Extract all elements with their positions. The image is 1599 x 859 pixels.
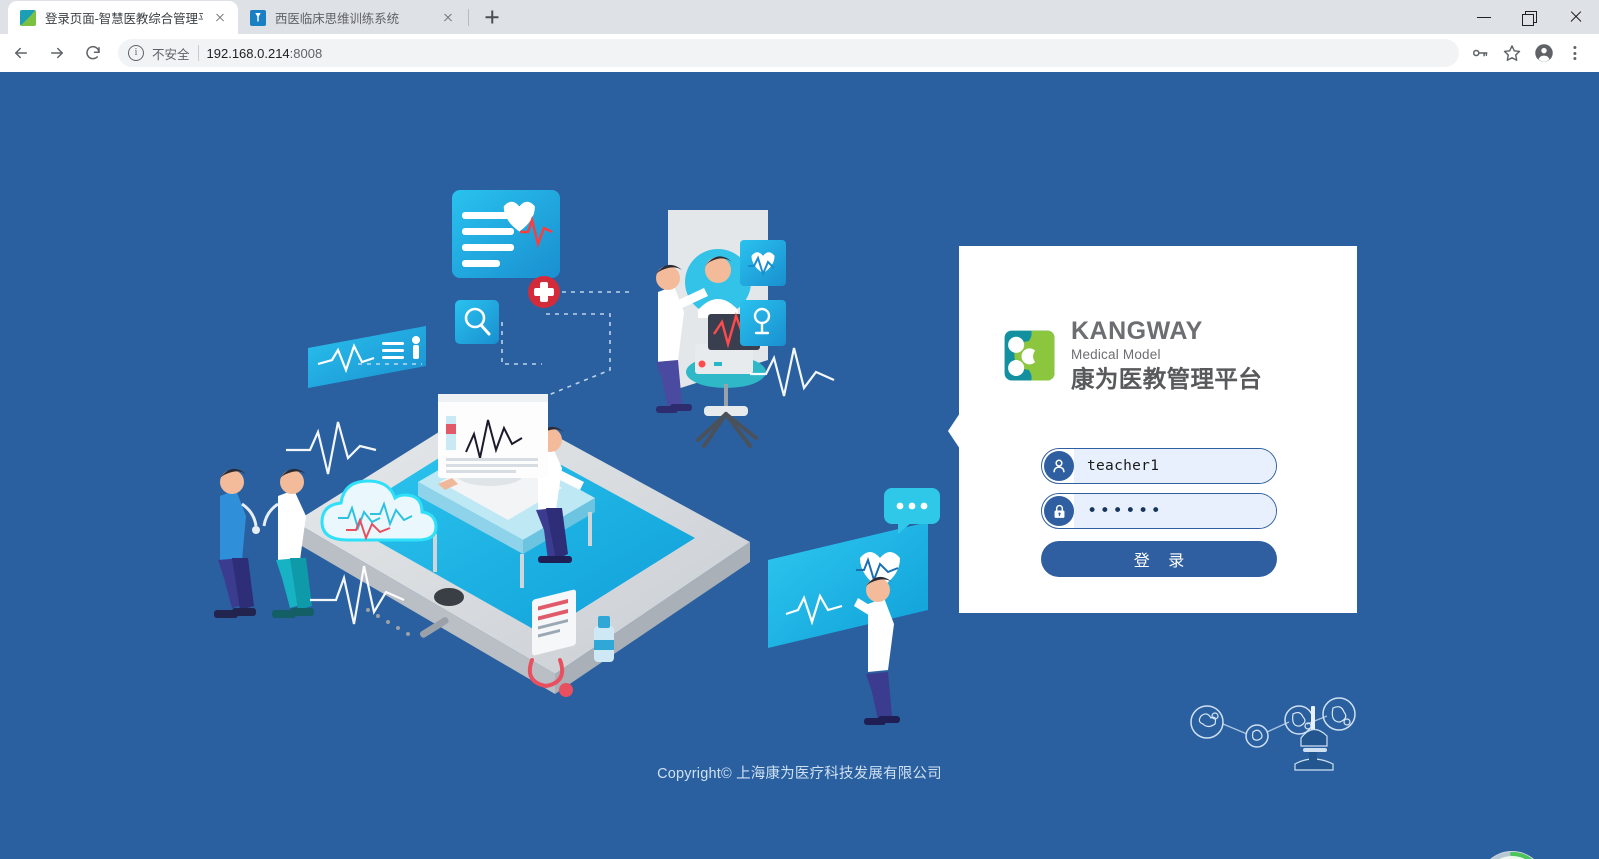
toolbar-right-actions [1465,38,1589,68]
address-bar[interactable]: 不安全 192.168.0.214:8008 [118,39,1459,67]
forward-arrow-icon[interactable] [40,36,74,70]
clinical-system-icon [250,10,266,26]
star-icon[interactable] [1497,38,1527,68]
lock-icon [1044,496,1074,526]
browser-tab-1[interactable]: 登录页面-智慧医教综合管理平台 [8,1,238,34]
login-card: KANGWAY Medical Model 康为医教管理平台 teacher1 [959,246,1357,613]
back-arrow-icon[interactable] [4,36,38,70]
username-value[interactable]: teacher1 [1074,449,1276,483]
key-icon[interactable] [1465,38,1495,68]
kangway-logo-icon [20,10,36,26]
password-field[interactable]: •••••• [1041,493,1277,529]
gauge-ring-icon [1478,851,1546,859]
maximize-restore-icon[interactable] [1507,0,1553,33]
url-text: 192.168.0.214:8008 [207,46,323,61]
security-status-label: 不安全 [152,44,190,63]
three-dot-menu-icon[interactable] [1561,38,1589,68]
user-icon [1044,451,1074,481]
tab-divider [468,9,469,26]
tab-strip: 登录页面-智慧医教综合管理平台 西医临床思维训练系统 [0,0,1599,34]
login-page: Copyright© 上海康为医疗科技发展有限公司 KANGWAY Medica… [0,72,1599,859]
browser-toolbar: 不安全 192.168.0.214:8008 [0,34,1599,72]
close-icon[interactable] [440,10,456,26]
login-button[interactable]: 登 录 [1041,541,1277,577]
browser-tab-2[interactable]: 西医临床思维训练系统 [238,1,466,34]
username-field[interactable]: teacher1 [1041,448,1277,484]
omnibox-divider [198,45,199,61]
medical-isometric-illustration [190,182,970,742]
system-gauge-widget[interactable]: 47% 48°C [1481,854,1543,859]
brand-text: KANGWAY Medical Model 康为医教管理平台 [1071,319,1262,393]
password-value[interactable]: •••••• [1074,494,1276,528]
account-avatar-icon[interactable] [1529,38,1559,68]
tab-title: 登录页面-智慧医教综合管理平台 [45,8,203,27]
new-tab-button[interactable] [478,3,506,31]
copyright-text: Copyright© 上海康为医疗科技发展有限公司 [0,762,1599,783]
tab-title: 西医临床思维训练系统 [275,8,431,27]
kangway-mark-icon [1001,327,1058,384]
brand-logo: KANGWAY Medical Model 康为医教管理平台 [1001,319,1262,393]
window-close-icon[interactable] [1553,0,1599,33]
brand-name-cn: 康为医教管理平台 [1071,366,1262,393]
url-port: :8008 [290,46,323,61]
site-info-icon[interactable] [128,45,144,61]
url-host: 192.168.0.214 [207,46,290,61]
window-controls [1461,0,1599,33]
minimize-icon[interactable] [1461,0,1507,33]
reload-icon[interactable] [76,36,110,70]
close-icon[interactable] [212,10,228,26]
brand-tagline: Medical Model [1071,346,1262,364]
brand-name-en: KANGWAY [1071,319,1262,345]
browser-window: 登录页面-智慧医教综合管理平台 西医临床思维训练系统 [0,0,1599,859]
